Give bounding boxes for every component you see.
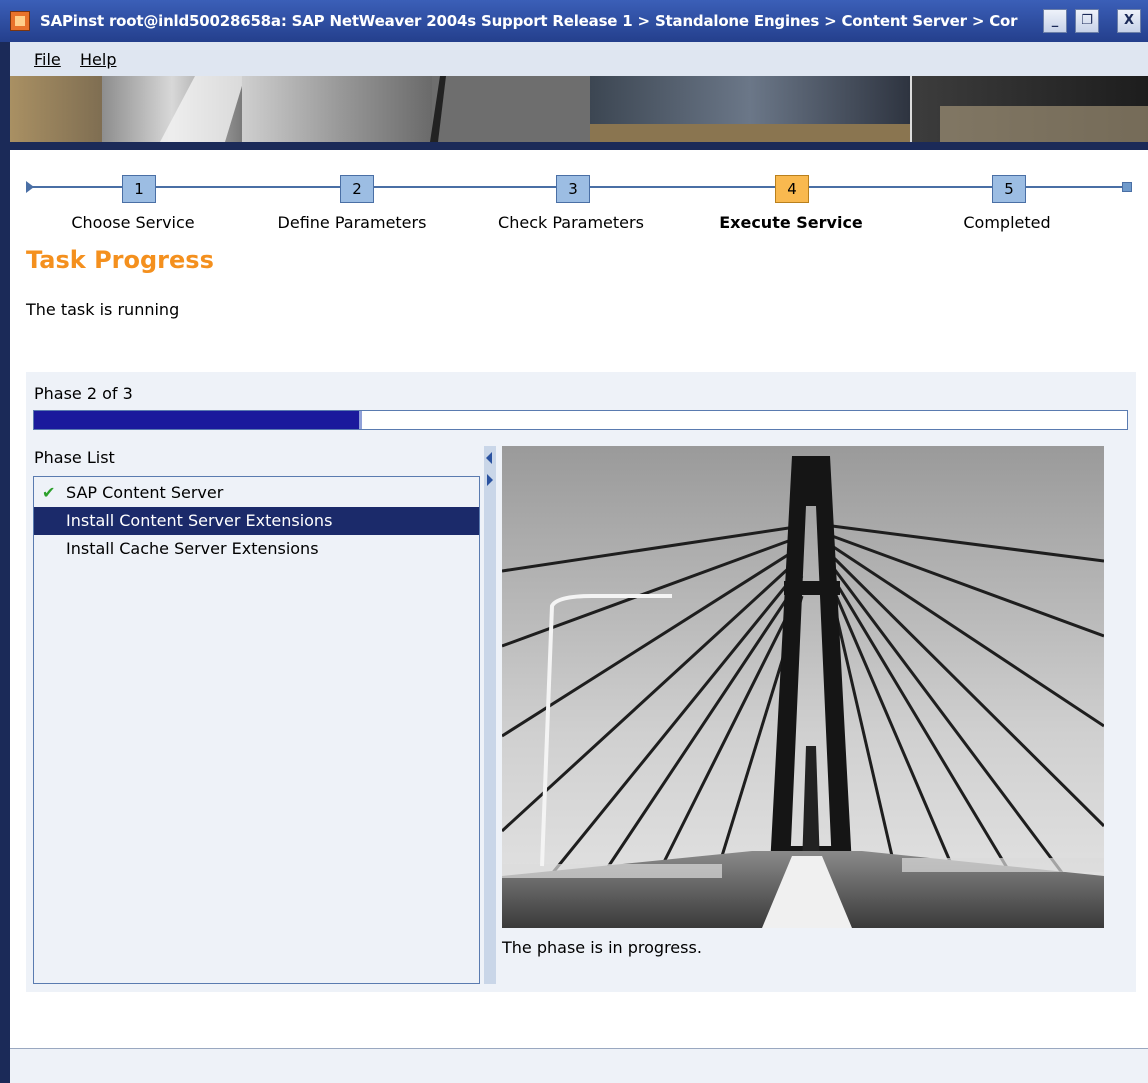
roadmap-step-5-label: Completed (963, 213, 1051, 232)
phase-list-label: Phase List (34, 448, 115, 467)
menu-file-label: File (34, 50, 61, 69)
window-title: SAPinst root@inld50028658a: SAP NetWeave… (40, 12, 1018, 30)
roadmap-step-1: 1 (122, 175, 156, 203)
roadmap-step-2: 2 (340, 175, 374, 203)
minimize-button[interactable]: _ (1043, 9, 1067, 33)
bridge-photo (502, 446, 1104, 928)
panel-splitter[interactable] (484, 446, 496, 984)
roadmap-step-1-label: Choose Service (71, 213, 195, 232)
menu-help[interactable]: Help (80, 50, 116, 69)
phase-list[interactable]: ✔ SAP Content Server Install Content Ser… (33, 476, 480, 984)
close-button[interactable]: X (1117, 9, 1141, 33)
roadmap-step-3: 3 (556, 175, 590, 203)
status-bar (10, 1048, 1148, 1083)
maximize-button[interactable]: ❐ (1075, 9, 1099, 33)
phase-message-text: The phase is in progress. (502, 938, 702, 957)
phase-list-item-sap-content-server[interactable]: ✔ SAP Content Server (34, 479, 479, 507)
task-status-text: The task is running (26, 300, 180, 319)
sapinst-app-icon (10, 11, 30, 31)
roadmap-step-3-label: Check Parameters (498, 213, 644, 232)
roadmap-step-5: 5 (992, 175, 1026, 203)
sapinst-window: SAPinst root@inld50028658a: SAP NetWeave… (0, 0, 1148, 1083)
phase-list-item-install-cache-server-extensions[interactable]: Install Cache Server Extensions (34, 535, 479, 563)
page-title: Task Progress (26, 246, 214, 274)
check-icon: ✔ (42, 483, 56, 502)
main-content: 1 Choose Service 2 Define Parameters 3 C… (10, 150, 1148, 1083)
title-bar[interactable]: SAPinst root@inld50028658a: SAP NetWeave… (0, 0, 1148, 42)
menu-help-label: Help (80, 50, 117, 69)
phase-item-label: Install Cache Server Extensions (66, 539, 319, 558)
collapse-left-arrow-icon[interactable] (486, 452, 492, 464)
expand-right-arrow-icon[interactable] (487, 474, 493, 486)
menu-file[interactable]: File (34, 50, 61, 69)
menu-bar: File Help (10, 42, 1148, 76)
roadmap-start-arrow-icon (26, 181, 34, 193)
roadmap-end-square-icon (1122, 182, 1132, 192)
roadmap-step-4: 4 (775, 175, 809, 203)
phase-progress-bar (33, 410, 1128, 430)
banner-graphic (10, 76, 1148, 142)
phase-count-text: Phase 2 of 3 (34, 384, 133, 403)
bridge-image (502, 446, 1104, 928)
phase-list-item-install-content-server-extensions[interactable]: Install Content Server Extensions (34, 507, 479, 535)
phase-panel: Phase 2 of 3 Phase List ✔ SAP Content Se… (26, 372, 1136, 992)
phase-item-label: Install Content Server Extensions (66, 511, 333, 530)
phase-item-label: SAP Content Server (66, 483, 224, 502)
roadmap-step-4-label: Execute Service (719, 213, 863, 232)
phase-progress-fill (34, 411, 362, 429)
header-banner-image (10, 76, 1148, 142)
roadmap-step-2-label: Define Parameters (277, 213, 427, 232)
